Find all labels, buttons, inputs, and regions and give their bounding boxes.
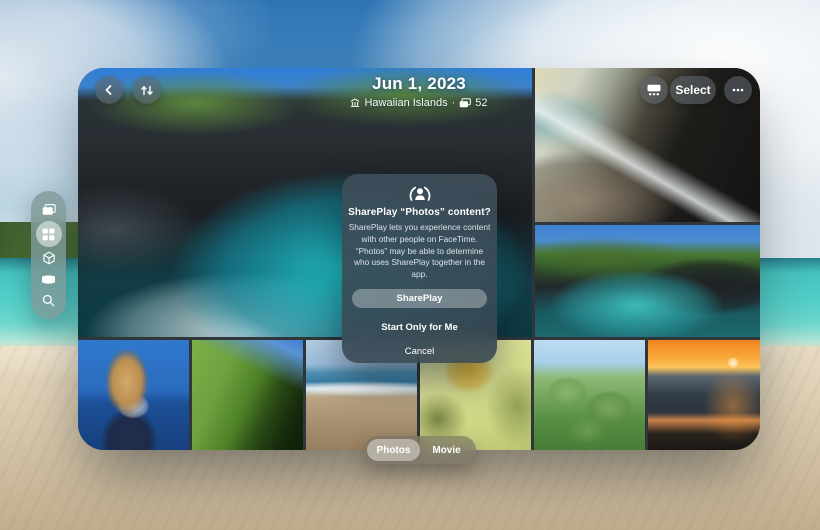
spatial-cube-icon — [42, 251, 56, 265]
grid-view-icon — [647, 84, 661, 96]
photos-tab-bar — [31, 191, 66, 319]
view-options-button[interactable] — [640, 76, 668, 104]
photos-movie-segmented-control: Photos Movie — [364, 436, 476, 464]
ellipsis-icon — [731, 83, 745, 97]
chevron-left-icon — [102, 83, 116, 97]
start-only-for-me-button[interactable]: Start Only for Me — [381, 322, 458, 333]
photo-thumb-5[interactable] — [534, 340, 645, 450]
shareplay-confirm-button[interactable]: SharePlay — [352, 289, 487, 308]
search-icon — [42, 294, 55, 307]
shareplay-icon — [405, 183, 435, 203]
more-button[interactable] — [724, 76, 752, 104]
sidebar-item-photos[interactable] — [36, 200, 62, 220]
dialog-body: SharePlay lets you experience content wi… — [349, 222, 491, 281]
back-button[interactable] — [95, 76, 123, 104]
photo-thumb-2[interactable] — [192, 340, 303, 450]
albums-grid-icon — [42, 228, 55, 241]
dialog-title: SharePlay “Photos” content? — [348, 207, 491, 218]
photo-right-middle[interactable] — [535, 225, 760, 337]
photo-thumb-6[interactable] — [648, 340, 760, 450]
select-button-label: Select — [675, 83, 710, 97]
select-button[interactable]: Select — [670, 76, 716, 104]
up-down-arrows-icon — [140, 84, 154, 97]
sidebar-item-panoramas[interactable] — [36, 269, 62, 289]
sort-button[interactable] — [133, 76, 161, 104]
panorama-icon — [41, 274, 56, 285]
tab-movie[interactable]: Movie — [420, 439, 473, 461]
photos-icon — [42, 204, 56, 216]
tab-photos[interactable]: Photos — [367, 439, 420, 461]
cancel-button[interactable]: Cancel — [405, 346, 435, 357]
sidebar-item-spatial[interactable] — [36, 248, 62, 268]
sidebar-item-albums[interactable] — [36, 221, 62, 247]
sidebar-item-search[interactable] — [36, 290, 62, 310]
shareplay-dialog: SharePlay “Photos” content? SharePlay le… — [342, 174, 497, 363]
photo-thumb-1[interactable] — [78, 340, 189, 450]
